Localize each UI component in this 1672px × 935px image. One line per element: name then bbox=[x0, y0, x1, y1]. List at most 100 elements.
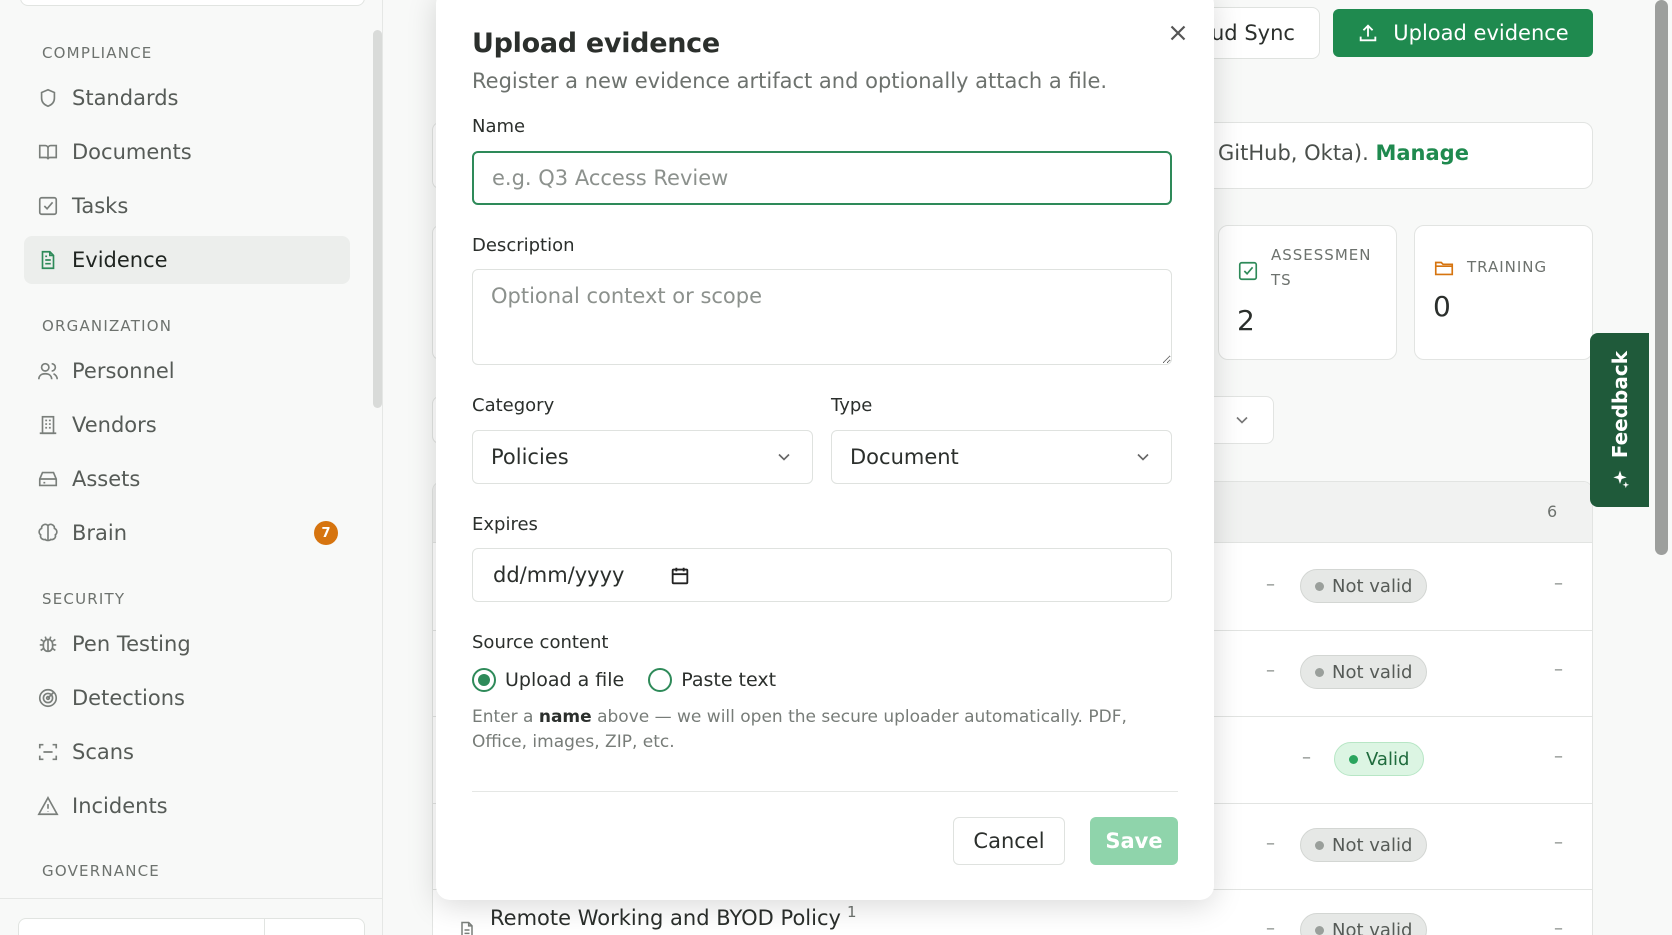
stat-card-training[interactable]: TRAINING 0 bbox=[1414, 225, 1593, 360]
sidebar-top-box[interactable] bbox=[20, 0, 365, 6]
integrations-text: GitHub, Okta). Manage bbox=[1218, 141, 1469, 165]
cell-dash: – bbox=[1266, 660, 1275, 681]
calendar-icon[interactable] bbox=[669, 565, 691, 587]
date-placeholder: dd/mm/yyyy bbox=[493, 563, 625, 587]
category-label: Category bbox=[472, 395, 555, 416]
upload-evidence-button[interactable]: Upload evidence bbox=[1333, 9, 1593, 57]
notification-badge: 7 bbox=[314, 521, 338, 545]
status-label: Not valid bbox=[1332, 834, 1413, 856]
sidebar-item-label: Vendors bbox=[72, 413, 157, 437]
upload-evidence-label: Upload evidence bbox=[1393, 21, 1569, 45]
status-dot bbox=[1315, 925, 1324, 935]
category-value: Policies bbox=[491, 445, 569, 469]
drive-icon bbox=[36, 467, 60, 491]
sidebar-item-pen-testing[interactable]: Pen Testing bbox=[24, 620, 350, 668]
status-label: Not valid bbox=[1332, 919, 1413, 935]
dialog-divider bbox=[472, 791, 1178, 792]
checkbox-icon bbox=[1237, 260, 1259, 282]
section-compliance: COMPLIANCE bbox=[42, 44, 153, 62]
sidebar-item-standards[interactable]: Standards bbox=[24, 74, 350, 122]
sidebar: COMPLIANCE Standards Documents Tasks Evi… bbox=[0, 0, 383, 935]
feedback-label: Feedback bbox=[1607, 351, 1632, 459]
sidebar-item-label: Detections bbox=[72, 686, 185, 710]
type-select[interactable]: Document bbox=[831, 430, 1172, 484]
brain-icon bbox=[36, 521, 60, 545]
paste-text-radio[interactable] bbox=[648, 668, 673, 692]
sidebar-item-tasks[interactable]: Tasks bbox=[24, 182, 350, 230]
cell-dash: – bbox=[1554, 659, 1563, 680]
sidebar-item-personnel[interactable]: Personnel bbox=[24, 347, 350, 395]
chevron-down-icon bbox=[1232, 410, 1252, 430]
status-label: Not valid bbox=[1332, 661, 1413, 683]
upload-file-label[interactable]: Upload a file bbox=[505, 669, 624, 691]
chevron-down-icon bbox=[1133, 447, 1153, 467]
sidebar-item-detections[interactable]: Detections bbox=[24, 674, 350, 722]
cell-dash: – bbox=[1302, 747, 1311, 768]
name-input[interactable] bbox=[472, 151, 1172, 205]
page-scrollbar[interactable] bbox=[1655, 0, 1668, 555]
sidebar-item-label: Brain bbox=[72, 521, 128, 545]
expires-label: Expires bbox=[472, 514, 538, 535]
section-governance: GOVERNANCE bbox=[42, 862, 160, 880]
sidebar-item-evidence[interactable]: Evidence bbox=[24, 236, 350, 284]
file-icon bbox=[457, 920, 477, 935]
paste-text-label[interactable]: Paste text bbox=[681, 669, 776, 691]
feedback-tab[interactable]: Feedback bbox=[1590, 333, 1649, 507]
sidebar-footer-box[interactable] bbox=[18, 918, 365, 935]
upload-hint: Enter a name above — we will open the se… bbox=[472, 705, 1172, 755]
sidebar-scrollbar[interactable] bbox=[373, 30, 382, 408]
status-dot bbox=[1315, 840, 1324, 850]
cell-dash: – bbox=[1266, 833, 1275, 854]
upload-file-radio[interactable] bbox=[472, 668, 496, 692]
radar-icon bbox=[36, 686, 60, 710]
integrations-text-label: GitHub, Okta). bbox=[1218, 141, 1369, 165]
checkbox-icon bbox=[36, 194, 60, 218]
cell-dash: – bbox=[1554, 573, 1563, 594]
sidebar-item-brain[interactable]: Brain 7 bbox=[24, 509, 350, 557]
cell-dash: – bbox=[1554, 832, 1563, 853]
expires-date-input[interactable]: dd/mm/yyyy bbox=[472, 548, 1172, 602]
table-count: 6 bbox=[1547, 502, 1558, 521]
row-title-count: 1 bbox=[846, 903, 857, 921]
sidebar-item-label: Personnel bbox=[72, 359, 175, 383]
sidebar-item-incidents[interactable]: Incidents bbox=[24, 782, 350, 830]
dialog-title: Upload evidence bbox=[472, 28, 720, 59]
cell-dash: – bbox=[1266, 574, 1275, 595]
section-organization: ORGANIZATION bbox=[42, 317, 173, 335]
cell-dash: – bbox=[1554, 918, 1563, 935]
sidebar-item-scans[interactable]: Scans bbox=[24, 728, 350, 776]
cancel-button[interactable]: Cancel bbox=[953, 817, 1065, 865]
description-textarea[interactable] bbox=[472, 269, 1172, 365]
status-dot bbox=[1315, 667, 1324, 677]
sidebar-item-label: Evidence bbox=[72, 248, 168, 272]
category-select[interactable]: Policies bbox=[472, 430, 813, 484]
stat-value: 0 bbox=[1433, 290, 1451, 323]
section-security: SECURITY bbox=[42, 590, 126, 608]
sidebar-item-vendors[interactable]: Vendors bbox=[24, 401, 350, 449]
sidebar-item-assets[interactable]: Assets bbox=[24, 455, 350, 503]
name-label: Name bbox=[472, 116, 526, 137]
file-icon bbox=[36, 248, 60, 272]
shield-icon bbox=[36, 86, 60, 110]
scan-icon bbox=[36, 740, 60, 764]
hint-pre: Enter a bbox=[472, 707, 534, 727]
stat-card-assessments[interactable]: ASSESSMEN TS 2 bbox=[1218, 225, 1397, 360]
description-label: Description bbox=[472, 235, 575, 256]
cell-dash: – bbox=[1266, 918, 1275, 935]
stat-label: TRAINING bbox=[1467, 258, 1548, 276]
building-icon bbox=[36, 413, 60, 437]
save-button[interactable]: Save bbox=[1090, 817, 1178, 865]
sidebar-item-label: Tasks bbox=[72, 194, 129, 218]
sidebar-item-label: Standards bbox=[72, 86, 179, 110]
hint-bold: name bbox=[538, 707, 592, 727]
users-icon bbox=[36, 359, 60, 383]
close-icon[interactable] bbox=[1165, 20, 1191, 46]
sidebar-item-documents[interactable]: Documents bbox=[24, 128, 350, 176]
sidebar-item-label: Incidents bbox=[72, 794, 168, 818]
sparkle-icon bbox=[1610, 469, 1630, 489]
sidebar-item-label: Assets bbox=[72, 467, 141, 491]
type-value: Document bbox=[850, 445, 959, 469]
dialog-subtitle: Register a new evidence artifact and opt… bbox=[472, 69, 1108, 93]
manage-link[interactable]: Manage bbox=[1375, 141, 1468, 165]
cell-dash: – bbox=[1554, 746, 1563, 767]
